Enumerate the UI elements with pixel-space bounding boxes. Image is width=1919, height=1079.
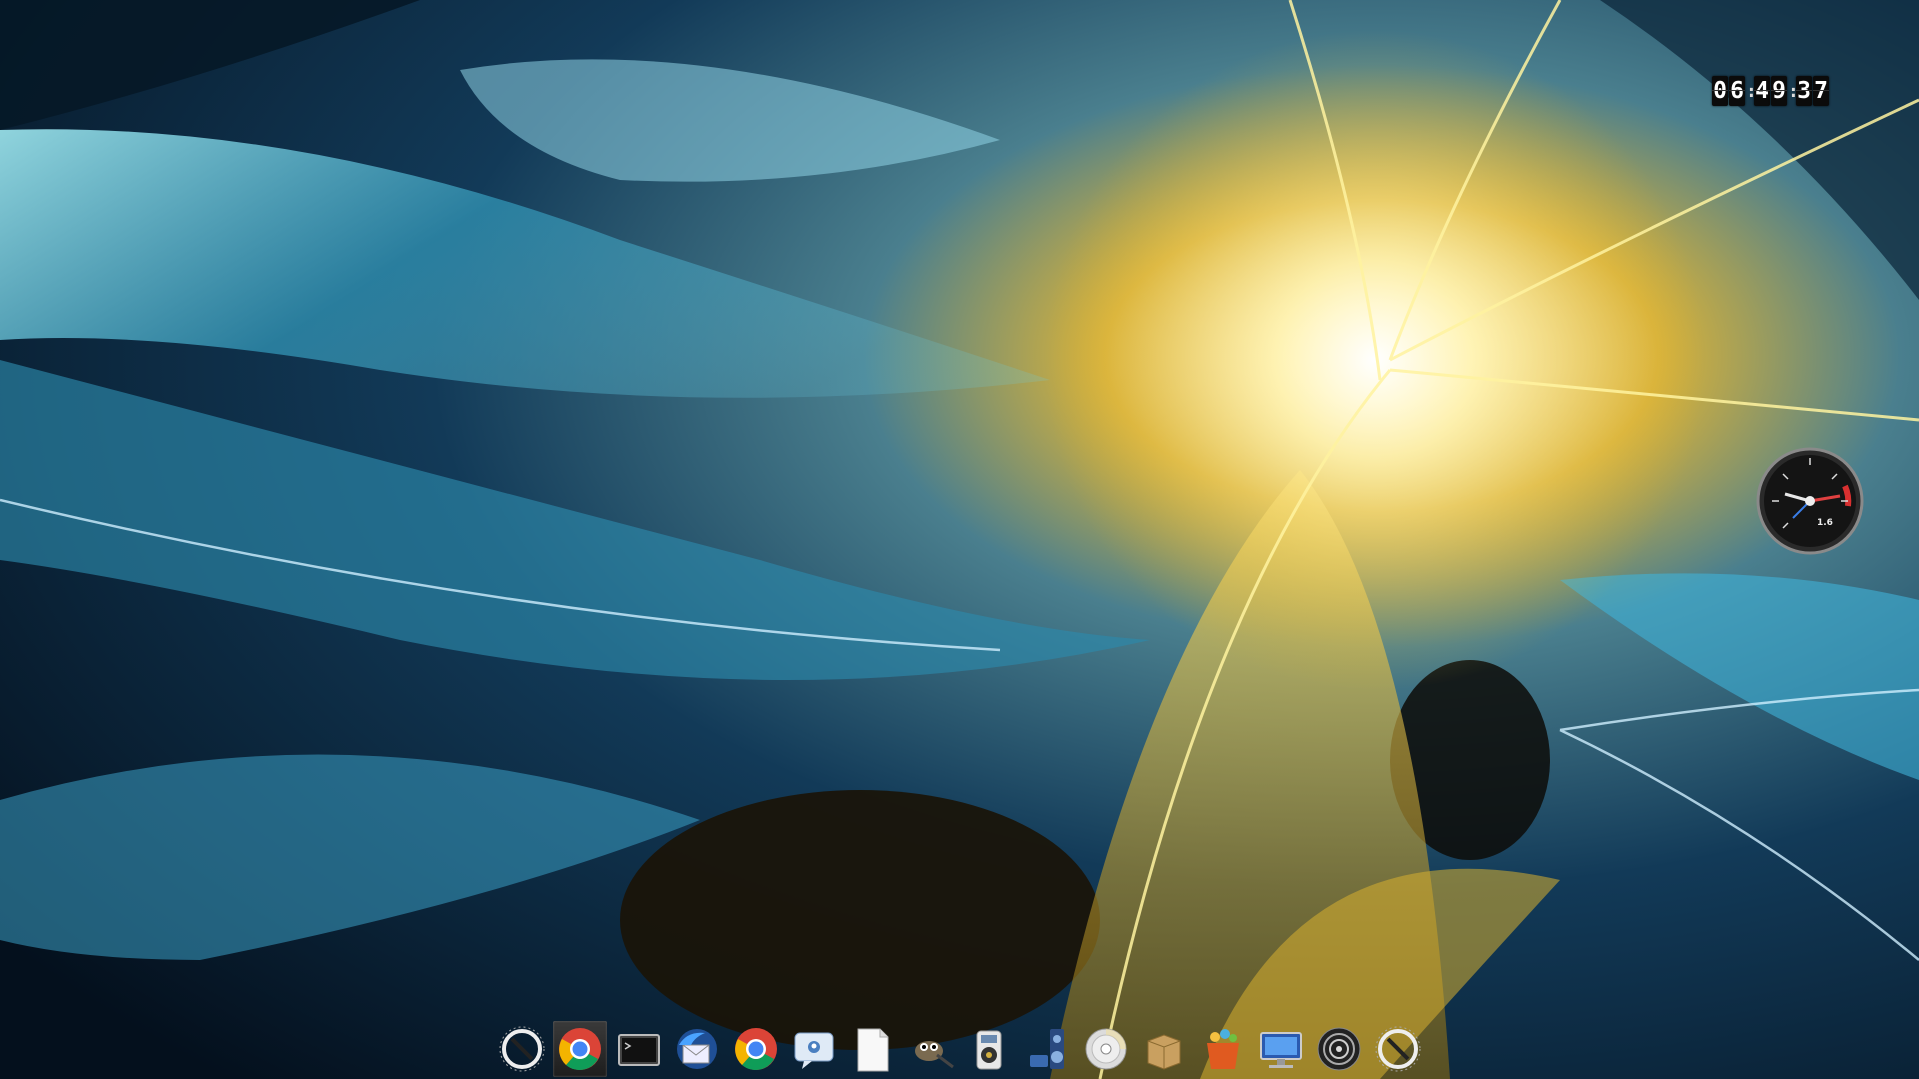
clock-hours-ones: 6 [1729, 76, 1745, 106]
dock-thunderbird-icon[interactable] [670, 1021, 724, 1077]
dock-network-icon[interactable] [1254, 1021, 1308, 1077]
dock-menu-icon[interactable] [495, 1021, 549, 1077]
system-load-gauge: 1.6 [1755, 446, 1865, 556]
dock-bar [495, 1018, 1425, 1079]
dock-gimp-icon[interactable] [904, 1021, 958, 1077]
dock-chrome-2-icon[interactable] [729, 1021, 783, 1077]
flip-clock-widget: 0 6 : 4 9 : 3 7 [1712, 76, 1829, 106]
clock-hours-tens: 0 [1712, 76, 1728, 106]
dock-menu-2-icon[interactable] [1371, 1021, 1425, 1077]
dock-media-player-icon[interactable] [962, 1021, 1016, 1077]
dock-apps-bag-icon[interactable] [1196, 1021, 1250, 1077]
dock-chat-icon[interactable] [787, 1021, 841, 1077]
dock-speaker-icon[interactable] [1312, 1021, 1366, 1077]
dock-audio-icon[interactable] [1021, 1021, 1075, 1077]
gauge-dial-icon [1756, 447, 1864, 555]
dock-terminal-icon[interactable] [612, 1021, 666, 1077]
clock-seconds-ones: 7 [1813, 76, 1829, 106]
dock-document-icon[interactable] [845, 1021, 899, 1077]
clock-separator: : [1746, 80, 1757, 102]
clock-minutes-tens: 4 [1754, 76, 1770, 106]
dock-chrome-icon[interactable] [553, 1020, 608, 1077]
clock-separator: : [1788, 80, 1799, 102]
gauge-value: 1.6 [1817, 518, 1833, 528]
dock-disc-icon[interactable] [1079, 1021, 1133, 1077]
clock-minutes-ones: 9 [1771, 76, 1787, 106]
clock-seconds-tens: 3 [1796, 76, 1812, 106]
dock-archive-icon[interactable] [1137, 1021, 1191, 1077]
desktop-wallpaper [0, 0, 1919, 1079]
